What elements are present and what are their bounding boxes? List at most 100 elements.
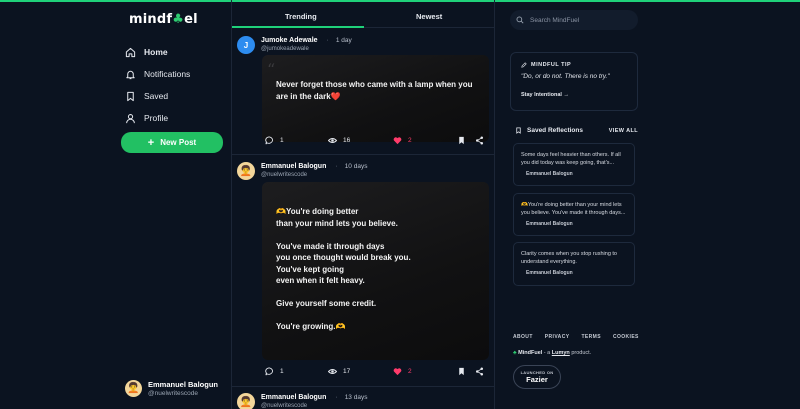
feed-tabs: Trending Newest xyxy=(232,0,494,28)
bookmark-icon xyxy=(459,367,464,376)
quote-mark-icon: “ xyxy=(267,60,276,79)
view-all-link[interactable]: VIEW ALL xyxy=(609,128,638,134)
sidebar-item-label: Saved xyxy=(144,91,169,101)
sidebar-item-profile[interactable]: Profile xyxy=(125,107,190,129)
sidebar-item-label: Notifications xyxy=(144,69,191,79)
reflection-text: 🫶You're doing better than your mind lets… xyxy=(521,202,626,216)
post-actions: 1 16 2 xyxy=(262,136,489,148)
views-stat: 17 xyxy=(328,367,350,376)
avatar[interactable]: J xyxy=(237,36,255,54)
current-user-handle: @nuelwritescode xyxy=(148,390,198,397)
tab-newest[interactable]: Newest xyxy=(416,12,442,21)
share-button[interactable] xyxy=(475,136,490,145)
leaf-icon: ♣ xyxy=(513,350,517,356)
post-author[interactable]: Emmanuel Balogun xyxy=(261,394,326,401)
bookmark-icon xyxy=(127,91,134,101)
eye-icon xyxy=(328,369,337,374)
reflection-text: Some days feel heavier than others. If a… xyxy=(521,152,621,166)
sidebar-item-home[interactable]: Home xyxy=(125,41,190,63)
comment-button[interactable]: 1 xyxy=(265,136,284,145)
comment-icon xyxy=(265,367,273,376)
left-sidebar: mindf♣el Home Notifications Saved Profil… xyxy=(0,0,231,409)
post-handle: @jumokeadewale xyxy=(261,46,309,52)
plus-icon: + xyxy=(147,136,155,149)
view-count: 16 xyxy=(343,137,351,144)
share-icon xyxy=(475,136,484,145)
heart-icon xyxy=(393,137,402,145)
saved-reflections-header: Saved Reflections VIEW ALL xyxy=(515,127,638,134)
lumyn-link[interactable]: Lumyn xyxy=(552,350,570,356)
views-stat: 16 xyxy=(328,136,350,145)
tab-trending[interactable]: Trending xyxy=(285,12,317,21)
home-icon xyxy=(125,47,136,57)
comment-count: 1 xyxy=(280,368,284,375)
post-actions: 1 17 2 xyxy=(262,367,489,379)
footer-links: ABOUT PRIVACY TERMS COOKIES xyxy=(513,334,651,340)
logo-leaf-glyph: ♣ xyxy=(172,12,185,27)
cookies-link[interactable]: COOKIES xyxy=(613,334,639,340)
stay-intentional-link[interactable]: Stay Intentional → xyxy=(521,92,627,98)
post-card: 🧑‍🦱 Emmanuel Balogun · 10 days @nuelwrit… xyxy=(232,155,494,387)
user-icon xyxy=(126,113,135,123)
search-box[interactable] xyxy=(510,10,638,30)
privacy-link[interactable]: PRIVACY xyxy=(545,334,570,340)
reflection-text: Clarity comes when you stop rushing to u… xyxy=(521,251,617,265)
reflection-author: Emmanuel Balogun xyxy=(526,221,573,227)
saved-reflection-item[interactable]: 🫶You're doing better than your mind lets… xyxy=(513,193,635,236)
like-button[interactable]: 2 xyxy=(393,367,412,376)
share-button[interactable] xyxy=(475,367,490,376)
feed: Trending Newest J Jumoke Adewale · 1 day… xyxy=(231,0,495,409)
reflection-author: Emmanuel Balogun xyxy=(526,171,573,177)
like-button[interactable]: 2 xyxy=(393,136,412,145)
avatar[interactable]: 🧑‍🦱 xyxy=(237,393,255,409)
tip-quote: "Do, or do not. There is no try." xyxy=(521,73,610,80)
avatar[interactable]: 🧑‍🦱 xyxy=(237,162,255,180)
post-author[interactable]: Jumoke Adewale xyxy=(261,37,318,44)
post-time: 10 days xyxy=(344,163,368,170)
post-header: 🧑‍🦱 Emmanuel Balogun · 13 days @nuelwrit… xyxy=(237,393,367,409)
separator-dot: · xyxy=(335,163,338,170)
search-icon xyxy=(516,16,524,24)
footer-credit: ♣ MindFuel - a Lumyn product. xyxy=(513,350,592,356)
saved-reflection-item[interactable]: Clarity comes when you stop rushing to u… xyxy=(513,242,635,286)
saved-reflection-item[interactable]: Some days feel heavier than others. If a… xyxy=(513,143,635,186)
avatar: 🧑‍🦱 xyxy=(125,380,142,397)
sidebar-item-saved[interactable]: Saved xyxy=(125,85,190,107)
sidebar-item-label: Profile xyxy=(144,113,169,123)
bookmark-icon xyxy=(516,127,521,134)
comment-button[interactable]: 1 xyxy=(265,367,284,376)
post-handle: @nuelwritescode xyxy=(261,172,308,178)
right-sidebar: MINDFUL TIP "Do, or do not. There is no … xyxy=(495,0,800,409)
main-nav: Home Notifications Saved Profile xyxy=(125,41,190,129)
current-user[interactable]: 🧑‍🦱 Emmanuel Balogun @nuelwritescode xyxy=(125,380,218,397)
separator-dot: · xyxy=(326,37,329,44)
mindful-tip-card: MINDFUL TIP "Do, or do not. There is no … xyxy=(510,52,638,111)
comment-count: 1 xyxy=(280,137,284,144)
logo[interactable]: mindf♣el xyxy=(129,12,198,27)
tip-label: MINDFUL TIP xyxy=(521,62,627,68)
bell-icon xyxy=(126,70,135,79)
bookmark-icon xyxy=(459,136,464,145)
post-handle: @nuelwritescode xyxy=(261,403,308,409)
post-author[interactable]: Emmanuel Balogun xyxy=(261,163,326,170)
save-post-button[interactable] xyxy=(457,136,472,145)
save-post-button[interactable] xyxy=(457,367,472,376)
separator-dot: · xyxy=(335,394,338,401)
terms-link[interactable]: TERMS xyxy=(581,334,601,340)
post-header: J Jumoke Adewale · 1 day @jumokeadewale xyxy=(237,36,352,54)
quote-card[interactable]: “ Never forget those who came with a lam… xyxy=(262,55,489,142)
sidebar-item-notifications[interactable]: Notifications xyxy=(125,63,190,85)
saved-reflections-title: Saved Reflections xyxy=(515,127,583,134)
about-link[interactable]: ABOUT xyxy=(513,334,533,340)
reflection-author: Emmanuel Balogun xyxy=(526,270,573,276)
sidebar-item-label: Home xyxy=(144,47,168,57)
post-time: 1 day xyxy=(335,37,352,44)
search-input[interactable] xyxy=(530,16,630,24)
view-count: 17 xyxy=(343,368,351,375)
new-post-button[interactable]: + New Post xyxy=(121,132,223,153)
quote-card[interactable]: 🫶You're doing better than your mind lets… xyxy=(262,182,489,360)
fazier-badge[interactable]: LAUNCHED ON Fazier xyxy=(513,365,561,389)
share-icon xyxy=(475,367,484,376)
current-user-name: Emmanuel Balogun xyxy=(148,380,219,389)
post-card: 🧑‍🦱 Emmanuel Balogun · 13 days @nuelwrit… xyxy=(232,387,494,409)
